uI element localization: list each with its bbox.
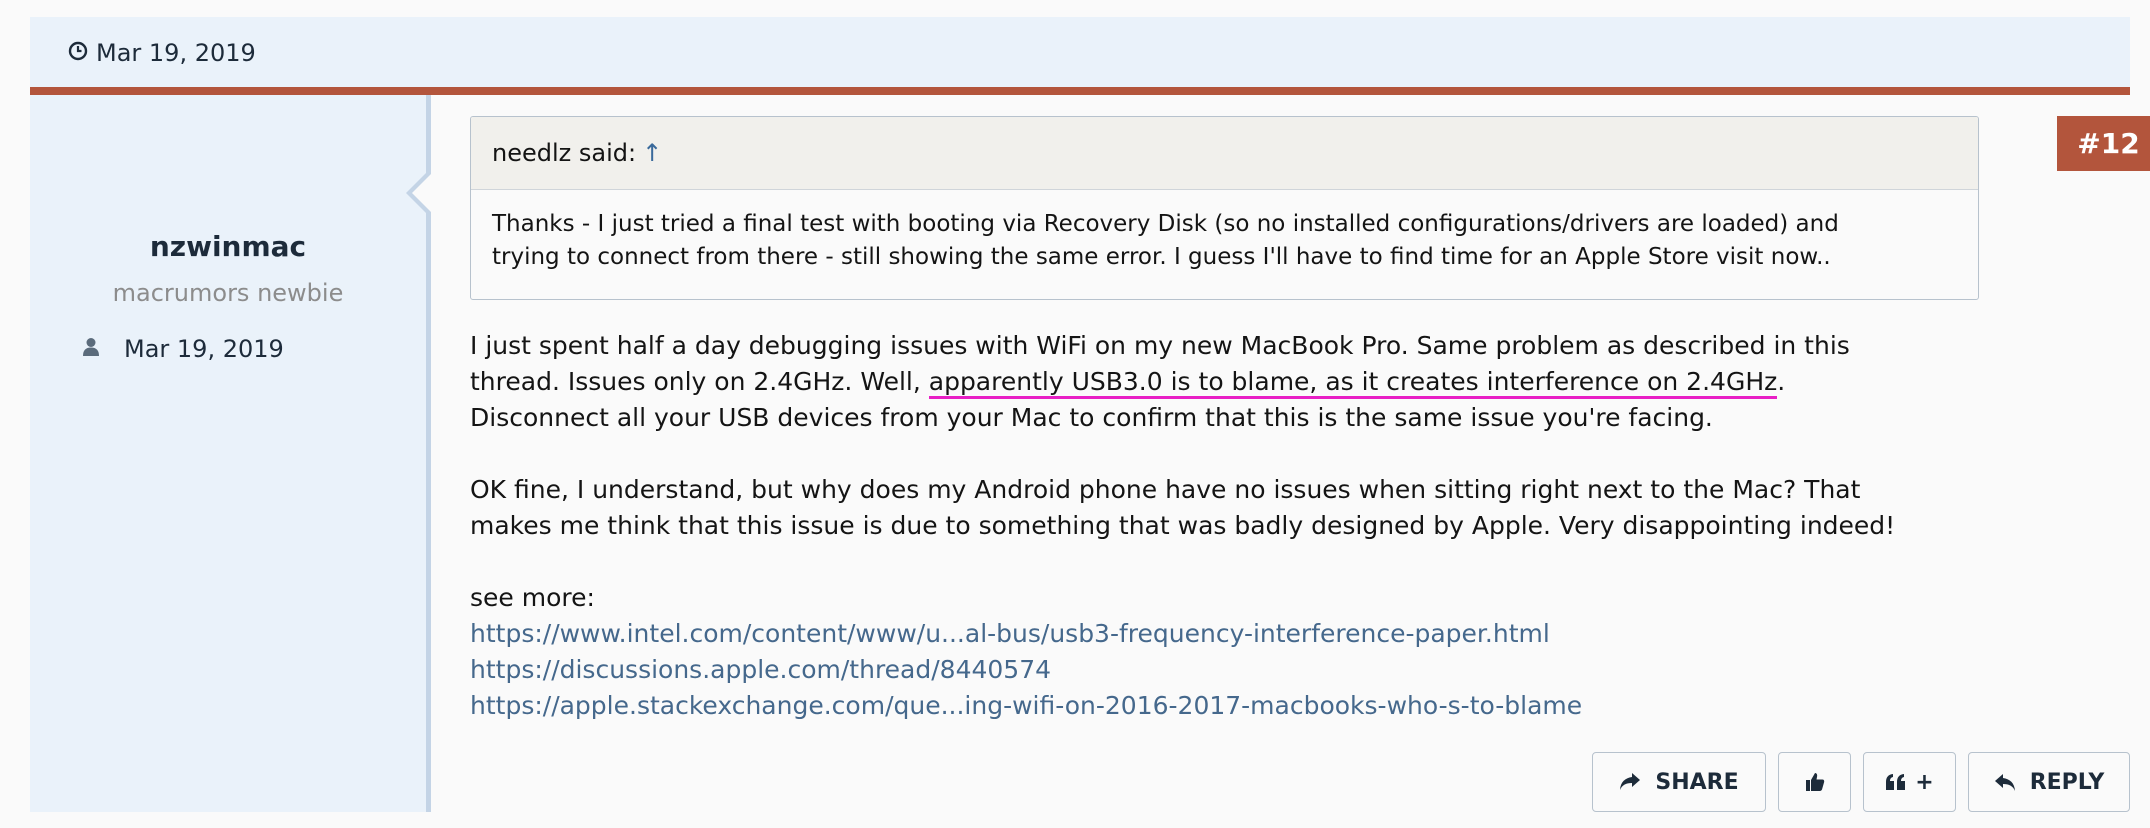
accent-bar xyxy=(30,87,2130,95)
clock-icon xyxy=(68,39,88,67)
reply-button[interactable]: REPLY xyxy=(1968,752,2130,812)
message-paragraph: OK fine, I understand, but why does my A… xyxy=(470,472,2010,544)
link-intel[interactable]: https://www.intel.com/content/www/u...al… xyxy=(470,616,2010,652)
link-stackexchange[interactable]: https://apple.stackexchange.com/que...in… xyxy=(470,688,2010,724)
post-number-badge[interactable]: #12 xyxy=(2057,116,2150,171)
user-title: macrumors newbie xyxy=(112,279,344,307)
quote-header: needlz said: ↑ xyxy=(471,117,1978,190)
quote-author: needlz said: xyxy=(492,139,637,167)
quote-body: Thanks - I just tried a final test with … xyxy=(471,190,1978,274)
message-line: OK fine, I understand, but why does my A… xyxy=(470,475,1861,504)
sidebar-arrow-inner xyxy=(412,173,432,213)
quote-line: Thanks - I just tried a final test with … xyxy=(492,211,1839,237)
quote-icon xyxy=(1885,773,1907,791)
quote-block: needlz said: ↑ Thanks - I just tried a fi… xyxy=(470,116,1979,300)
user-icon xyxy=(82,335,100,363)
message-line: I just spent half a day debugging issues… xyxy=(470,331,1850,360)
highlighted-text: apparently USB3.0 is to blame, as it cre… xyxy=(928,367,1778,399)
post-date-text: Mar 19, 2019 xyxy=(96,39,256,67)
user-sidebar: nzwinmac macrumors newbie Mar 19, 2019 xyxy=(30,95,431,812)
message-text: thread. Issues only on 2.4GHz. Well, xyxy=(470,367,929,396)
share-label: SHARE xyxy=(1655,769,1739,795)
post-actions: SHARE + REPLY xyxy=(1592,752,2130,812)
post-date[interactable]: Mar 19, 2019 xyxy=(68,39,256,67)
message-paragraph: I just spent half a day debugging issues… xyxy=(470,328,2010,436)
see-more-label: see more: xyxy=(470,583,595,612)
like-button[interactable] xyxy=(1778,752,1851,812)
reply-icon xyxy=(1994,772,2016,792)
message-line: Disconnect all your USB devices from you… xyxy=(470,403,1713,432)
multiquote-button[interactable]: + xyxy=(1863,752,1956,812)
message-line: makes me think that this issue is due to… xyxy=(470,511,1896,540)
multiquote-plus: + xyxy=(1915,769,1934,795)
quote-source-link[interactable]: ↑ xyxy=(642,139,662,167)
username[interactable]: nzwinmac xyxy=(30,230,426,263)
message-text: . xyxy=(1777,367,1786,396)
message-body: I just spent half a day debugging issues… xyxy=(470,328,2010,724)
quote-line: trying to connect from there - still sho… xyxy=(492,244,1831,270)
reply-label: REPLY xyxy=(2029,769,2105,795)
share-icon xyxy=(1619,772,1641,792)
link-apple-discussions[interactable]: https://discussions.apple.com/thread/844… xyxy=(470,652,2010,688)
thumbs-up-icon xyxy=(1805,772,1825,792)
post-header: Mar 19, 2019 xyxy=(30,17,2130,87)
join-date-text: Mar 19, 2019 xyxy=(124,335,284,363)
share-button[interactable]: SHARE xyxy=(1592,752,1766,812)
join-date: Mar 19, 2019 xyxy=(82,335,284,363)
